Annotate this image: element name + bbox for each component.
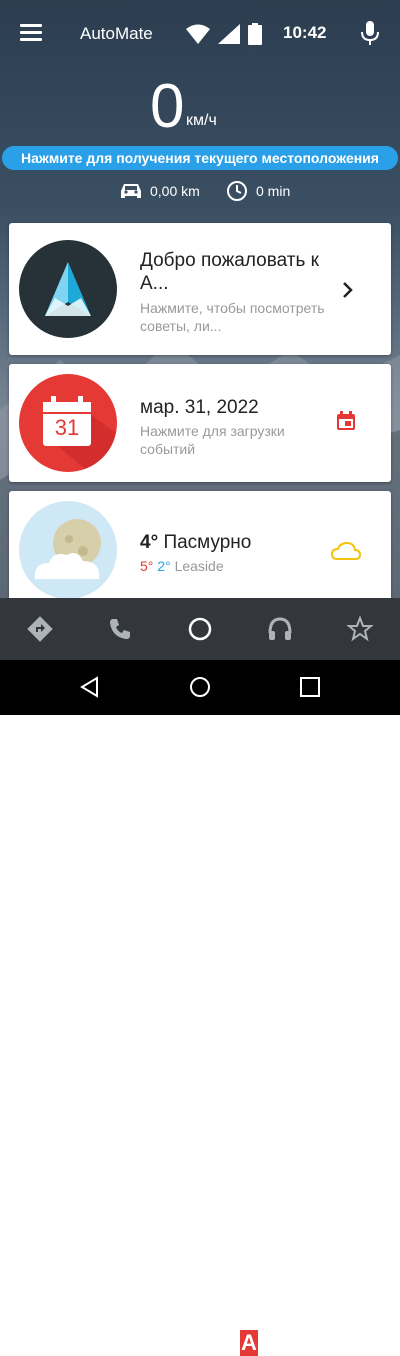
home-circle-icon[interactable] (186, 615, 214, 643)
welcome-title: Добро пожаловать к A... (140, 250, 319, 294)
welcome-subtitle: Нажмите, чтобы посмотреть советы, ли... (140, 300, 325, 334)
watermark-letter: A (240, 1330, 258, 1356)
calendar-date-title: мар. 31, 2022 (140, 397, 259, 418)
weather-condition: Пасмурно (163, 532, 252, 553)
calendar-day-number: 31 (54, 415, 80, 440)
recents-icon[interactable] (297, 674, 323, 700)
bottom-navigation (0, 598, 400, 660)
weather-temp: 4° (140, 532, 159, 553)
clock-icon (227, 181, 247, 201)
weather-location: Leaside (174, 558, 224, 574)
duration-value: 0 min (256, 183, 291, 199)
weather-details: 5° 2° Leaside (140, 557, 224, 575)
phone-icon[interactable] (106, 615, 134, 643)
trip-distance: 0,00 km (120, 178, 200, 204)
calendar-icon (337, 411, 355, 430)
back-icon[interactable] (77, 674, 103, 700)
headphones-icon[interactable] (266, 615, 294, 643)
star-icon[interactable] (346, 615, 374, 643)
calendar-subtitle: Нажмите для загрузки событий (140, 423, 285, 457)
automate-logo-icon (19, 240, 117, 338)
speed-value: 0 (150, 72, 185, 141)
welcome-card[interactable]: Добро пожаловать к A... Нажмите, чтобы п… (9, 223, 391, 355)
signal-icon (218, 24, 240, 44)
trip-duration: 0 min (226, 178, 290, 204)
system-navigation-bar: A NDROFON.RU (0, 660, 400, 1356)
status-icons (186, 22, 262, 46)
battery-icon (248, 23, 262, 45)
status-time: 10:42 (283, 23, 327, 42)
weather-low: 2° (157, 558, 171, 574)
weather-high: 5° (140, 558, 154, 574)
microphone-icon[interactable] (360, 20, 380, 46)
hamburger-menu-icon[interactable] (20, 24, 42, 42)
get-location-button[interactable]: Нажмите для получения текущего местополо… (2, 146, 398, 170)
home-icon[interactable] (187, 674, 213, 700)
directions-icon[interactable] (26, 615, 54, 643)
watermark-text: NDROFON.RU (257, 1330, 400, 1355)
car-icon (121, 184, 141, 198)
speed-unit: км/ч (186, 112, 217, 129)
weather-summary: 4° Пасмурно (140, 531, 251, 554)
top-bar: AutoMate 10:42 (0, 0, 400, 68)
distance-value: 0,00 km (150, 183, 200, 199)
calendar-date-icon: 31 (19, 374, 117, 472)
app-title: AutoMate (80, 24, 153, 43)
calendar-card[interactable]: 31 мар. 31, 2022 Нажмите для загрузки со… (9, 364, 391, 482)
androfon-watermark: A NDROFON.RU (240, 1330, 400, 1356)
weather-cloudy-moon-icon (19, 501, 117, 598)
cloud-icon (331, 541, 361, 560)
weather-card[interactable]: 4° Пасмурно 5° 2° Leaside (9, 491, 391, 598)
chevron-right-icon (343, 282, 353, 298)
wifi-icon (186, 24, 210, 44)
